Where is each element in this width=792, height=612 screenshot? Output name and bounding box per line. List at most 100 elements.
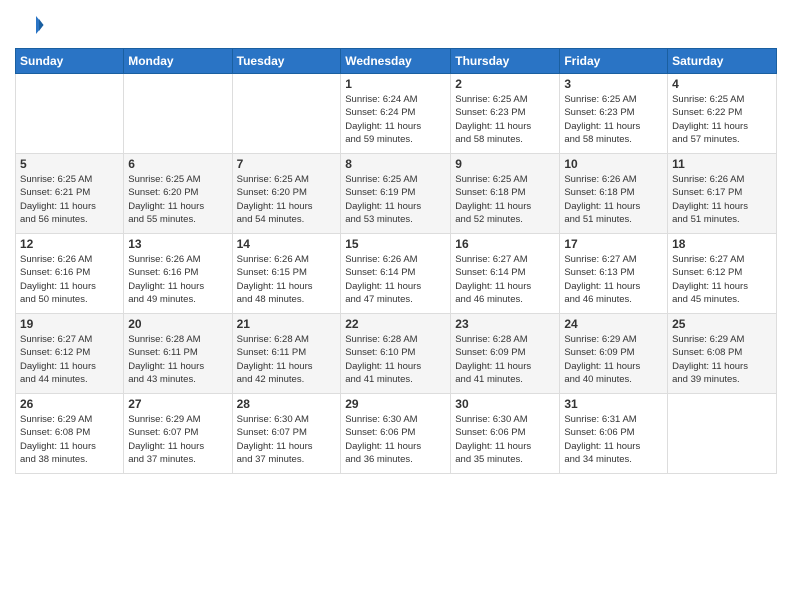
day-info: Sunrise: 6:26 AM Sunset: 6:17 PM Dayligh… <box>672 173 772 226</box>
day-number: 29 <box>345 397 446 411</box>
day-number: 21 <box>237 317 337 331</box>
calendar-cell: 17 Sunrise: 6:27 AM Sunset: 6:13 PM Dayli… <box>560 234 668 314</box>
weekday-thursday: Thursday <box>451 49 560 74</box>
logo <box>15 10 49 40</box>
week-row-3: 12 Sunrise: 6:26 AM Sunset: 6:16 PM Dayli… <box>16 234 777 314</box>
day-info: Sunrise: 6:29 AM Sunset: 6:08 PM Dayligh… <box>20 413 119 466</box>
day-number: 19 <box>20 317 119 331</box>
weekday-friday: Friday <box>560 49 668 74</box>
day-info: Sunrise: 6:28 AM Sunset: 6:11 PM Dayligh… <box>237 333 337 386</box>
calendar-cell: 24 Sunrise: 6:29 AM Sunset: 6:09 PM Dayli… <box>560 314 668 394</box>
calendar-cell: 14Sunrise: 6:26 AM Sunset: 6:15 PM Dayli… <box>232 234 341 314</box>
header <box>15 10 777 40</box>
calendar-cell: 7 Sunrise: 6:25 AM Sunset: 6:20 PM Daylig… <box>232 154 341 234</box>
day-info: Sunrise: 6:25 AM Sunset: 6:22 PM Dayligh… <box>672 93 772 146</box>
day-number: 18 <box>672 237 772 251</box>
calendar-cell: 16Sunrise: 6:27 AM Sunset: 6:14 PM Dayli… <box>451 234 560 314</box>
calendar: SundayMondayTuesdayWednesdayThursdayFrid… <box>15 48 777 474</box>
day-info: Sunrise: 6:25 AM Sunset: 6:21 PM Dayligh… <box>20 173 119 226</box>
day-number: 23 <box>455 317 555 331</box>
page: SundayMondayTuesdayWednesdayThursdayFrid… <box>0 0 792 612</box>
calendar-cell: 21 Sunrise: 6:28 AM Sunset: 6:11 PM Dayli… <box>232 314 341 394</box>
day-number: 20 <box>128 317 227 331</box>
calendar-cell: 5 Sunrise: 6:25 AM Sunset: 6:21 PM Daylig… <box>16 154 124 234</box>
day-number: 8 <box>345 157 446 171</box>
day-info: Sunrise: 6:25 AM Sunset: 6:23 PM Dayligh… <box>455 93 555 146</box>
calendar-cell: 31 Sunrise: 6:31 AM Sunset: 6:06 PM Dayli… <box>560 394 668 474</box>
day-number: 14 <box>237 237 337 251</box>
week-row-4: 19 Sunrise: 6:27 AM Sunset: 6:12 PM Dayli… <box>16 314 777 394</box>
calendar-cell: 28 Sunrise: 6:30 AM Sunset: 6:07 PM Dayli… <box>232 394 341 474</box>
calendar-cell: 11Sunrise: 6:26 AM Sunset: 6:17 PM Dayli… <box>668 154 777 234</box>
calendar-cell: 19 Sunrise: 6:27 AM Sunset: 6:12 PM Dayli… <box>16 314 124 394</box>
calendar-cell: 20 Sunrise: 6:28 AM Sunset: 6:11 PM Dayli… <box>124 314 232 394</box>
day-number: 7 <box>237 157 337 171</box>
day-number: 22 <box>345 317 446 331</box>
day-number: 31 <box>564 397 663 411</box>
weekday-tuesday: Tuesday <box>232 49 341 74</box>
day-info: Sunrise: 6:26 AM Sunset: 6:18 PM Dayligh… <box>564 173 663 226</box>
calendar-cell <box>124 74 232 154</box>
calendar-cell: 4 Sunrise: 6:25 AM Sunset: 6:22 PM Daylig… <box>668 74 777 154</box>
day-info: Sunrise: 6:25 AM Sunset: 6:19 PM Dayligh… <box>345 173 446 226</box>
week-row-1: 1 Sunrise: 6:24 AM Sunset: 6:24 PM Daylig… <box>16 74 777 154</box>
day-number: 9 <box>455 157 555 171</box>
calendar-cell <box>668 394 777 474</box>
week-row-5: 26Sunrise: 6:29 AM Sunset: 6:08 PM Dayli… <box>16 394 777 474</box>
day-info: Sunrise: 6:24 AM Sunset: 6:24 PM Dayligh… <box>345 93 446 146</box>
day-info: Sunrise: 6:25 AM Sunset: 6:20 PM Dayligh… <box>128 173 227 226</box>
day-info: Sunrise: 6:27 AM Sunset: 6:12 PM Dayligh… <box>20 333 119 386</box>
day-number: 16 <box>455 237 555 251</box>
weekday-monday: Monday <box>124 49 232 74</box>
weekday-sunday: Sunday <box>16 49 124 74</box>
logo-icon <box>15 10 45 40</box>
day-info: Sunrise: 6:28 AM Sunset: 6:11 PM Dayligh… <box>128 333 227 386</box>
day-info: Sunrise: 6:27 AM Sunset: 6:13 PM Dayligh… <box>564 253 663 306</box>
calendar-cell: 22 Sunrise: 6:28 AM Sunset: 6:10 PM Dayli… <box>341 314 451 394</box>
calendar-cell: 29 Sunrise: 6:30 AM Sunset: 6:06 PM Dayli… <box>341 394 451 474</box>
calendar-cell: 30 Sunrise: 6:30 AM Sunset: 6:06 PM Dayli… <box>451 394 560 474</box>
day-info: Sunrise: 6:26 AM Sunset: 6:14 PM Dayligh… <box>345 253 446 306</box>
day-info: Sunrise: 6:25 AM Sunset: 6:20 PM Dayligh… <box>237 173 337 226</box>
weekday-wednesday: Wednesday <box>341 49 451 74</box>
day-number: 28 <box>237 397 337 411</box>
calendar-cell: 9Sunrise: 6:25 AM Sunset: 6:18 PM Daylig… <box>451 154 560 234</box>
day-info: Sunrise: 6:27 AM Sunset: 6:12 PM Dayligh… <box>672 253 772 306</box>
day-number: 4 <box>672 77 772 91</box>
day-number: 24 <box>564 317 663 331</box>
calendar-cell: 13 Sunrise: 6:26 AM Sunset: 6:16 PM Dayli… <box>124 234 232 314</box>
calendar-cell <box>232 74 341 154</box>
day-info: Sunrise: 6:30 AM Sunset: 6:07 PM Dayligh… <box>237 413 337 466</box>
calendar-body: 1 Sunrise: 6:24 AM Sunset: 6:24 PM Daylig… <box>16 74 777 474</box>
day-number: 17 <box>564 237 663 251</box>
day-number: 13 <box>128 237 227 251</box>
calendar-cell: 18 Sunrise: 6:27 AM Sunset: 6:12 PM Dayli… <box>668 234 777 314</box>
day-info: Sunrise: 6:30 AM Sunset: 6:06 PM Dayligh… <box>345 413 446 466</box>
day-number: 30 <box>455 397 555 411</box>
day-info: Sunrise: 6:26 AM Sunset: 6:16 PM Dayligh… <box>128 253 227 306</box>
day-number: 6 <box>128 157 227 171</box>
day-info: Sunrise: 6:31 AM Sunset: 6:06 PM Dayligh… <box>564 413 663 466</box>
calendar-cell: 1 Sunrise: 6:24 AM Sunset: 6:24 PM Daylig… <box>341 74 451 154</box>
day-number: 3 <box>564 77 663 91</box>
calendar-cell: 25Sunrise: 6:29 AM Sunset: 6:08 PM Dayli… <box>668 314 777 394</box>
day-info: Sunrise: 6:29 AM Sunset: 6:09 PM Dayligh… <box>564 333 663 386</box>
calendar-cell: 3Sunrise: 6:25 AM Sunset: 6:23 PM Daylig… <box>560 74 668 154</box>
day-number: 12 <box>20 237 119 251</box>
day-number: 1 <box>345 77 446 91</box>
day-number: 2 <box>455 77 555 91</box>
day-number: 27 <box>128 397 227 411</box>
day-info: Sunrise: 6:30 AM Sunset: 6:06 PM Dayligh… <box>455 413 555 466</box>
calendar-cell <box>16 74 124 154</box>
week-row-2: 5 Sunrise: 6:25 AM Sunset: 6:21 PM Daylig… <box>16 154 777 234</box>
day-info: Sunrise: 6:28 AM Sunset: 6:10 PM Dayligh… <box>345 333 446 386</box>
day-number: 10 <box>564 157 663 171</box>
calendar-cell: 23 Sunrise: 6:28 AM Sunset: 6:09 PM Dayli… <box>451 314 560 394</box>
calendar-cell: 10 Sunrise: 6:26 AM Sunset: 6:18 PM Dayli… <box>560 154 668 234</box>
day-number: 15 <box>345 237 446 251</box>
calendar-cell: 8 Sunrise: 6:25 AM Sunset: 6:19 PM Daylig… <box>341 154 451 234</box>
calendar-cell: 6 Sunrise: 6:25 AM Sunset: 6:20 PM Daylig… <box>124 154 232 234</box>
calendar-cell: 2 Sunrise: 6:25 AM Sunset: 6:23 PM Daylig… <box>451 74 560 154</box>
day-info: Sunrise: 6:28 AM Sunset: 6:09 PM Dayligh… <box>455 333 555 386</box>
day-number: 5 <box>20 157 119 171</box>
